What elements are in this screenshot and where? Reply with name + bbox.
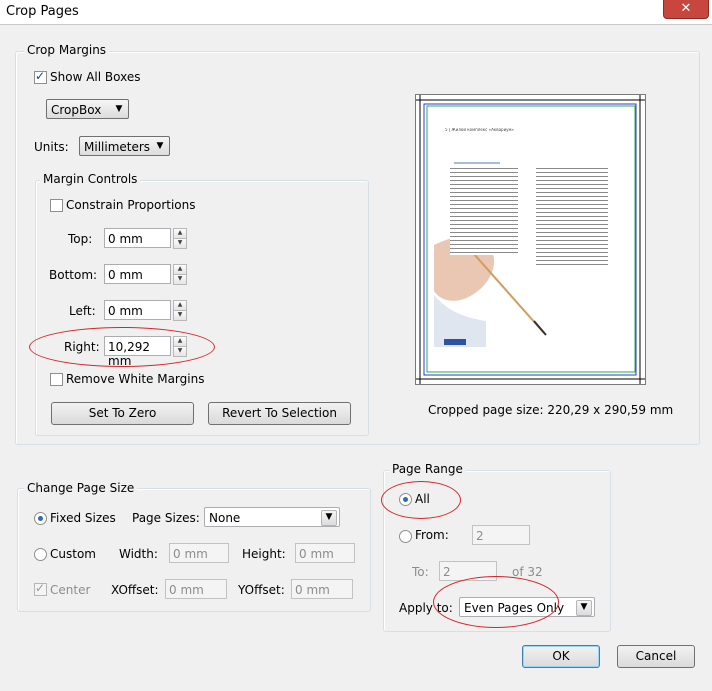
units-select[interactable]: Millimeters ▼ <box>79 136 170 156</box>
left-margin-input[interactable]: 0 mm <box>104 300 171 320</box>
page-sizes-label: Page Sizes: <box>132 511 200 525</box>
fixed-sizes-label: Fixed Sizes <box>50 511 116 525</box>
right-label: Right: <box>64 340 100 354</box>
apply-to-label: Apply to: <box>399 601 453 615</box>
preview-text-column-left <box>450 167 518 225</box>
preview-text-column-right <box>536 167 608 265</box>
right-margin-value: 10,292 mm <box>108 340 150 368</box>
show-all-boxes-label: Show All Boxes <box>50 70 141 84</box>
cancel-button[interactable]: Cancel <box>617 645 695 668</box>
bottom-margin-value: 0 mm <box>108 268 143 282</box>
height-input[interactable]: 0 mm <box>295 543 355 563</box>
bottom-margin-input[interactable]: 0 mm <box>104 264 171 284</box>
width-input[interactable]: 0 mm <box>169 543 229 563</box>
spin-down-icon[interactable]: ▼ <box>173 310 187 321</box>
from-radio[interactable] <box>399 530 412 543</box>
close-icon: ✕ <box>680 1 692 16</box>
top-margin-value: 0 mm <box>108 232 143 246</box>
xoffset-label: XOffset: <box>111 583 159 597</box>
change-page-size-legend: Change Page Size <box>24 481 138 495</box>
remove-white-margins-checkbox[interactable] <box>50 373 63 386</box>
spin-down-icon[interactable]: ▼ <box>173 238 187 249</box>
spin-down-icon[interactable]: ▼ <box>173 274 187 285</box>
show-all-boxes-checkbox[interactable] <box>34 69 47 84</box>
page-sizes-value: None <box>209 511 241 525</box>
top-margin-spinner[interactable]: ▲ ▼ <box>173 228 187 249</box>
crop-margins-legend: Crop Margins <box>24 43 110 57</box>
ok-button[interactable]: OK <box>522 645 600 668</box>
to-value: 2 <box>443 565 451 579</box>
chevron-down-icon: ▼ <box>115 104 123 114</box>
preview-header: 5 | Жилой комплекс «Аквариум» <box>445 128 514 132</box>
chevron-down-icon: ▼ <box>321 510 337 526</box>
apply-to-select[interactable]: Even Pages Only ▼ <box>459 597 595 617</box>
units-label: Units: <box>34 140 69 154</box>
width-value: 0 mm <box>173 547 208 561</box>
all-pages-label: All <box>415 492 430 506</box>
set-to-zero-button[interactable]: Set To Zero <box>51 402 194 425</box>
yoffset-input[interactable]: 0 mm <box>291 579 353 599</box>
to-input[interactable]: 2 <box>439 561 497 581</box>
top-label: Top: <box>68 232 93 246</box>
xoffset-input[interactable]: 0 mm <box>165 579 227 599</box>
chevron-down-icon: ▼ <box>156 141 164 151</box>
page-sizes-select[interactable]: None ▼ <box>204 507 340 527</box>
center-checkbox[interactable] <box>34 581 47 596</box>
left-label: Left: <box>69 304 96 318</box>
constrain-proportions-checkbox[interactable] <box>50 199 63 212</box>
left-margin-spinner[interactable]: ▲ ▼ <box>173 300 187 321</box>
yoffset-value: 0 mm <box>295 583 330 597</box>
left-margin-value: 0 mm <box>108 304 143 318</box>
units-value: Millimeters <box>84 140 151 154</box>
height-label: Height: <box>242 547 286 561</box>
top-margin-input[interactable]: 0 mm <box>104 228 171 248</box>
height-value: 0 mm <box>299 547 334 561</box>
bottom-margin-spinner[interactable]: ▲ ▼ <box>173 264 187 285</box>
chevron-down-icon: ▼ <box>576 600 592 616</box>
apply-to-value: Even Pages Only <box>464 601 565 615</box>
spin-down-icon[interactable]: ▼ <box>173 346 187 357</box>
custom-radio[interactable] <box>34 548 47 561</box>
box-type-value: CropBox <box>51 103 102 117</box>
window-title: Crop Pages <box>6 4 79 19</box>
cropped-page-size: Cropped page size: 220,29 x 290,59 mm <box>428 403 674 417</box>
page-preview: 5 | Жилой комплекс «Аквариум» <box>415 94 646 385</box>
bottom-label: Bottom: <box>49 268 98 282</box>
from-input[interactable]: 2 <box>472 525 530 545</box>
right-margin-input[interactable]: 10,292 mm <box>104 336 171 368</box>
box-type-select[interactable]: CropBox ▼ <box>46 99 129 119</box>
from-value: 2 <box>476 529 484 543</box>
remove-white-margins-label: Remove White Margins <box>66 372 205 386</box>
fixed-sizes-radio[interactable] <box>34 512 47 525</box>
close-button[interactable]: ✕ <box>663 0 709 19</box>
yoffset-label: YOffset: <box>238 583 285 597</box>
custom-label: Custom <box>50 547 96 561</box>
title-bar: Crop Pages ✕ <box>0 0 712 24</box>
center-label: Center <box>50 583 91 597</box>
constrain-proportions-label: Constrain Proportions <box>66 198 196 212</box>
preview-text-column-left-2 <box>450 227 518 255</box>
right-margin-spinner[interactable]: ▲ ▼ <box>173 336 187 357</box>
revert-to-selection-button[interactable]: Revert To Selection <box>208 402 351 425</box>
page-range-legend: Page Range <box>389 462 466 476</box>
from-label: From: <box>415 528 449 542</box>
page-count: of 32 <box>512 565 543 579</box>
xoffset-value: 0 mm <box>169 583 204 597</box>
width-label: Width: <box>119 547 158 561</box>
to-label: To: <box>412 565 429 579</box>
margin-controls-legend: Margin Controls <box>40 172 141 186</box>
all-pages-radio[interactable] <box>399 493 412 506</box>
